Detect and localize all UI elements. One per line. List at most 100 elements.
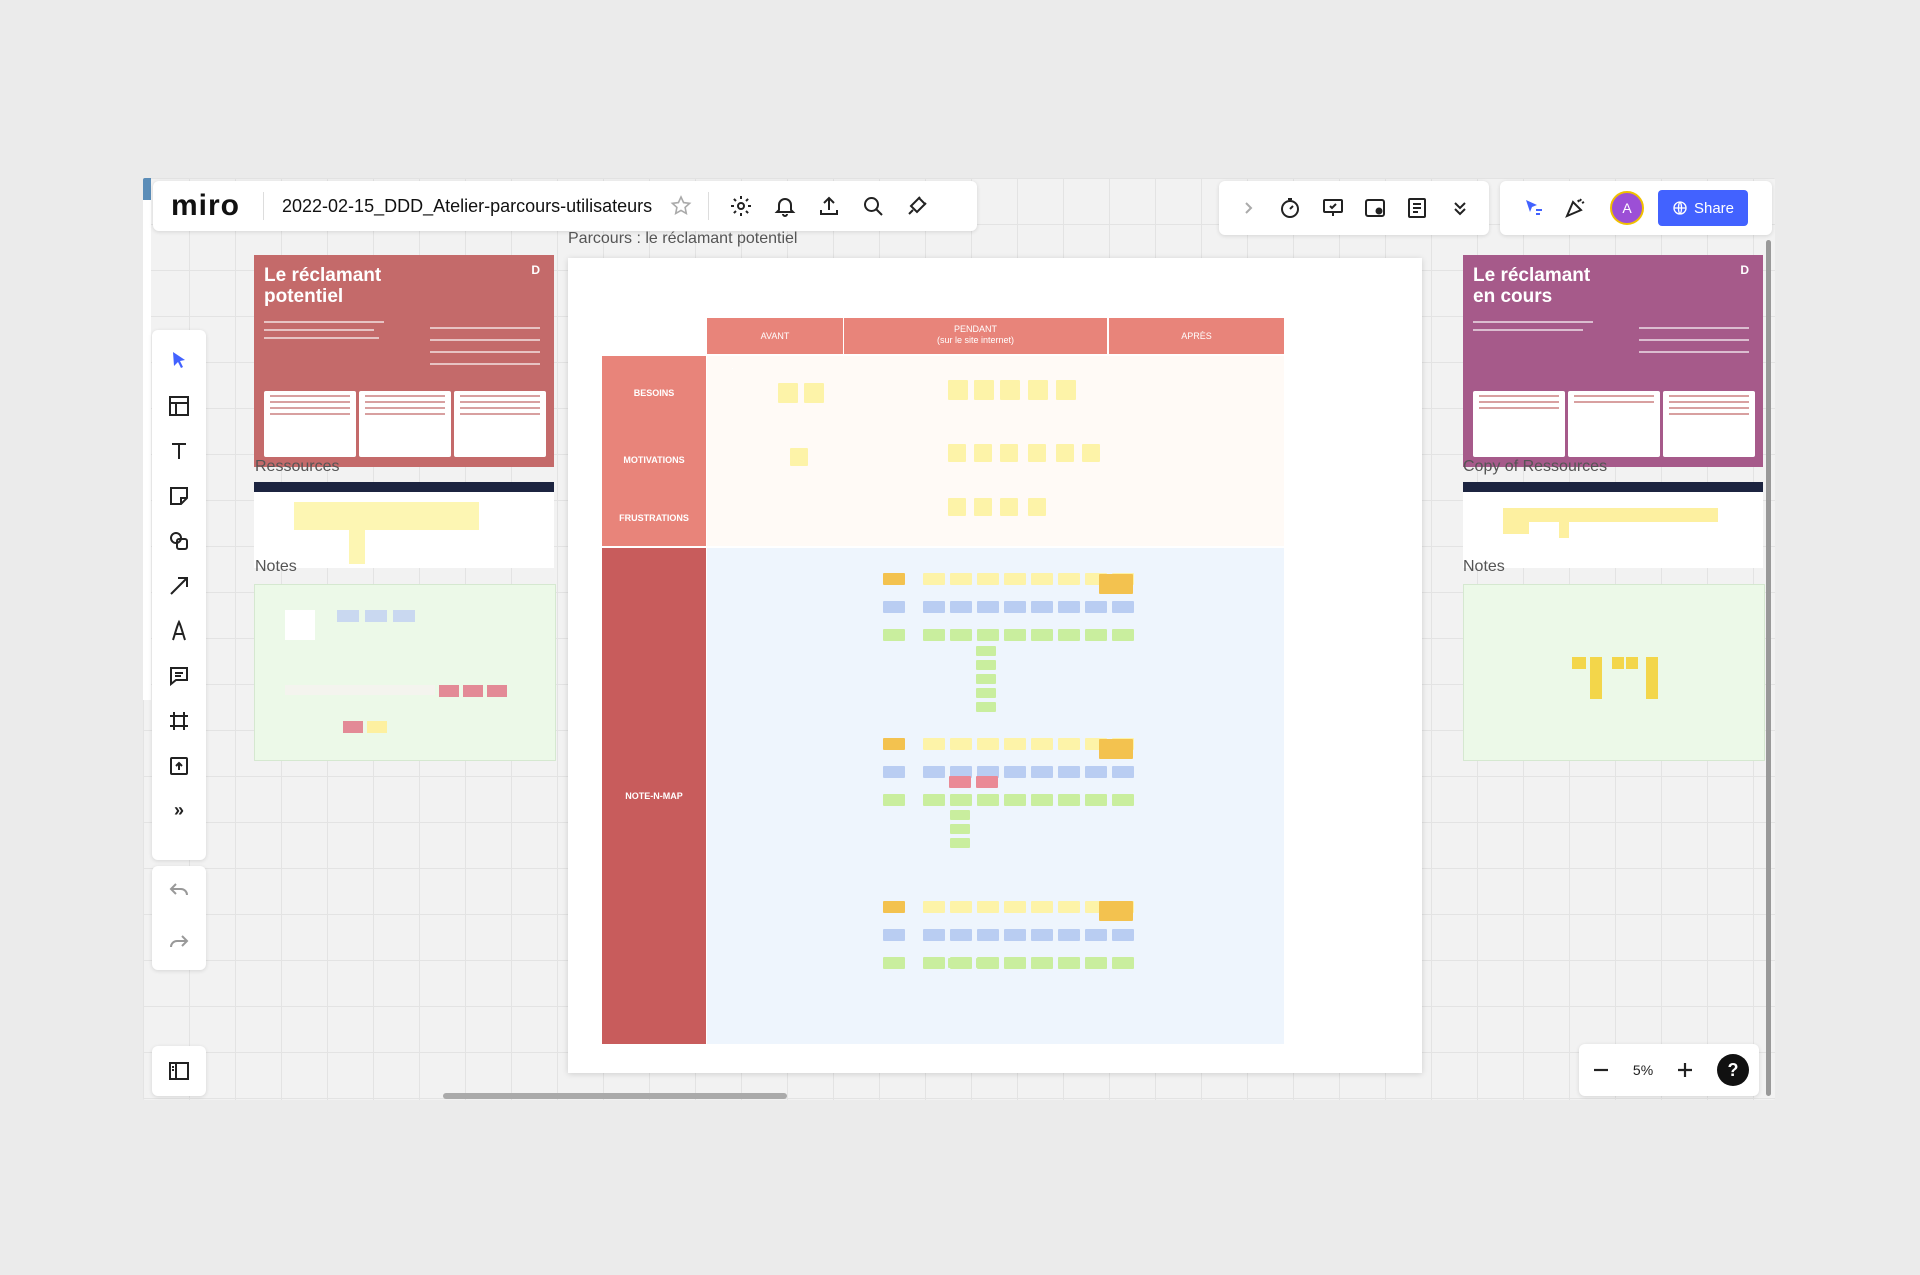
sticky-note[interactable]: [1099, 901, 1133, 921]
plugin-icon[interactable]: [895, 194, 939, 218]
sticky-note[interactable]: [1031, 738, 1053, 750]
screen-share-icon[interactable]: [1363, 196, 1387, 220]
sticky-note[interactable]: [1031, 573, 1053, 585]
cursor-icon[interactable]: [1512, 196, 1554, 220]
horizontal-scrollbar[interactable]: [443, 1093, 787, 1099]
sticky-note[interactable]: [804, 383, 824, 403]
sticky-note[interactable]: [974, 380, 994, 400]
sticky-note[interactable]: [923, 929, 945, 941]
sticky-note[interactable]: [948, 380, 968, 400]
sticky-note[interactable]: [923, 573, 945, 585]
sticky-note[interactable]: [1085, 957, 1107, 969]
sticky-note[interactable]: [977, 573, 999, 585]
sticky-note[interactable]: [1058, 629, 1080, 641]
redo-icon[interactable]: [167, 932, 191, 956]
sticky-note[interactable]: [923, 738, 945, 750]
sticky-note[interactable]: [1031, 957, 1053, 969]
sticky-note[interactable]: [1056, 444, 1074, 462]
frame-label-copy-resources[interactable]: Copy of Ressources: [1463, 458, 1607, 476]
sticky-note[interactable]: [1000, 498, 1018, 516]
sticky-note[interactable]: [883, 738, 905, 750]
sticky-note[interactable]: [923, 601, 945, 613]
sticky-note[interactable]: [923, 629, 945, 641]
sticky-note[interactable]: [977, 629, 999, 641]
sticky-note[interactable]: [950, 901, 972, 913]
sticky-note[interactable]: [974, 498, 992, 516]
miro-board-canvas[interactable]: miro 2022-02-15_DDD_Atelier-parcours-uti…: [143, 178, 1775, 1100]
sticky-note[interactable]: [790, 448, 808, 466]
sticky-note[interactable]: [1004, 957, 1026, 969]
search-icon[interactable]: [851, 194, 895, 218]
zoom-level[interactable]: 5%: [1633, 1062, 1653, 1078]
frame-label-resources[interactable]: Ressources: [255, 458, 339, 476]
sticky-note[interactable]: [923, 901, 945, 913]
settings-icon[interactable]: [719, 194, 763, 218]
templates-icon[interactable]: [152, 383, 206, 428]
sticky-note[interactable]: [1028, 380, 1048, 400]
sticky-note[interactable]: [950, 824, 970, 834]
resources-frame-right[interactable]: [1463, 482, 1763, 568]
persona-card-left[interactable]: Le réclamant potentiel D: [254, 255, 554, 467]
sticky-note[interactable]: [1099, 739, 1133, 759]
sticky-note[interactable]: [1004, 738, 1026, 750]
sticky-note[interactable]: [976, 660, 996, 670]
notes-frame-right[interactable]: [1463, 584, 1765, 761]
notes-frame-left[interactable]: [254, 584, 556, 761]
sticky-note[interactable]: [1000, 380, 1020, 400]
frame-icon[interactable]: [152, 698, 206, 743]
sticky-note[interactable]: [883, 957, 905, 969]
sticky-note[interactable]: [976, 958, 996, 968]
sticky-note[interactable]: [1058, 794, 1080, 806]
sticky-note[interactable]: [923, 766, 945, 778]
sticky-note[interactable]: [950, 629, 972, 641]
sticky-note[interactable]: [977, 738, 999, 750]
sticky-note[interactable]: [948, 444, 966, 462]
notes-icon[interactable]: [1405, 196, 1429, 220]
sticky-note[interactable]: [976, 702, 996, 712]
share-button[interactable]: Share: [1658, 190, 1748, 226]
arrow-icon[interactable]: [152, 563, 206, 608]
sticky-note[interactable]: [1004, 929, 1026, 941]
undo-icon[interactable]: [167, 880, 191, 904]
sticky-note[interactable]: [883, 766, 905, 778]
shapes-icon[interactable]: [152, 518, 206, 563]
vertical-scrollbar[interactable]: [1766, 240, 1771, 1096]
chevron-right-icon[interactable]: [1236, 196, 1260, 220]
sticky-note[interactable]: [1004, 629, 1026, 641]
sticky-note[interactable]: [1031, 601, 1053, 613]
sticky-note[interactable]: [1058, 957, 1080, 969]
sticky-note[interactable]: [1082, 444, 1100, 462]
sticky-note[interactable]: [950, 794, 972, 806]
frame-label-notes[interactable]: Notes: [255, 558, 297, 576]
sticky-note[interactable]: [950, 810, 970, 820]
sticky-note[interactable]: [1085, 929, 1107, 941]
sticky-note[interactable]: [1058, 901, 1080, 913]
sticky-note[interactable]: [1112, 766, 1134, 778]
sticky-note[interactable]: [1028, 444, 1046, 462]
sticky-note[interactable]: [948, 498, 966, 516]
comment-icon[interactable]: [152, 653, 206, 698]
sticky-note[interactable]: [1056, 380, 1076, 400]
sticky-note[interactable]: [1031, 766, 1053, 778]
sticky-note[interactable]: [1031, 629, 1053, 641]
sticky-note[interactable]: [883, 929, 905, 941]
help-button[interactable]: ?: [1717, 1054, 1750, 1086]
sticky-note[interactable]: [1004, 901, 1026, 913]
resources-frame-left[interactable]: [254, 482, 554, 568]
sticky-note[interactable]: [883, 601, 905, 613]
sticky-note[interactable]: [1085, 794, 1107, 806]
more-tools-icon[interactable]: »: [152, 788, 206, 833]
sticky-note[interactable]: [976, 776, 998, 788]
sticky-note[interactable]: [1085, 601, 1107, 613]
sticky-note[interactable]: [1028, 498, 1046, 516]
sticky-note[interactable]: [883, 629, 905, 641]
sticky-note[interactable]: [923, 794, 945, 806]
sticky-note[interactable]: [923, 957, 945, 969]
sticky-note[interactable]: [977, 601, 999, 613]
sticky-note[interactable]: [1000, 444, 1018, 462]
sticky-note[interactable]: [1112, 794, 1134, 806]
upload-tool-icon[interactable]: [152, 743, 206, 788]
reactions-icon[interactable]: [1554, 196, 1596, 220]
miro-logo[interactable]: miro: [171, 189, 263, 223]
sticky-note[interactable]: [1099, 574, 1133, 594]
